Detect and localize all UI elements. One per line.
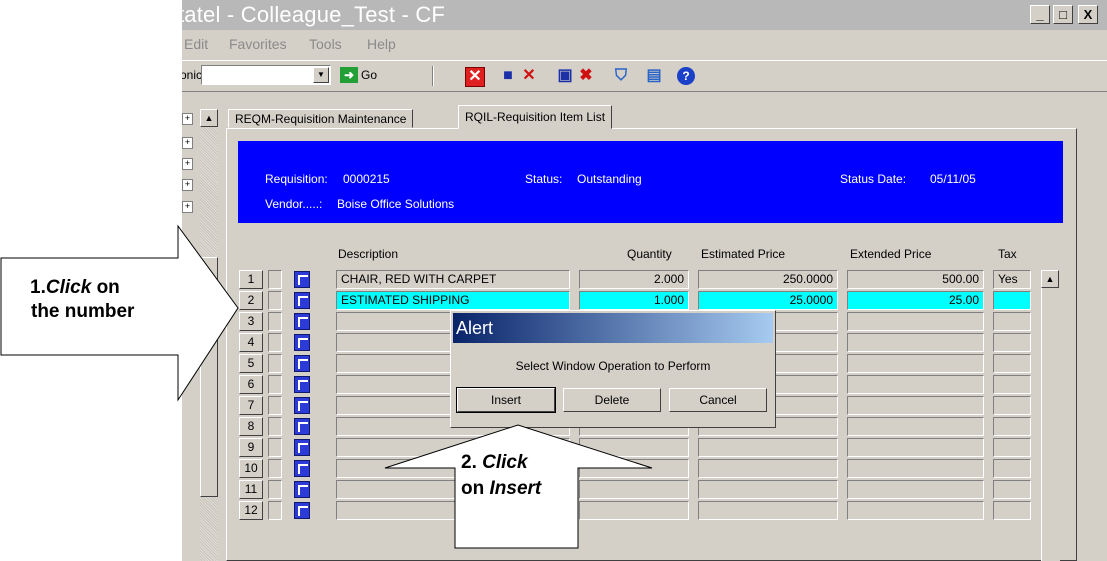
callout-arrow-right [0,224,653,549]
callout-step1-line1: 1.Click on [30,277,120,298]
callout-step1-line2: the number [31,301,135,322]
callout-step2-line1: 2. Click [461,452,528,473]
callout-step2-line2: on Insert [461,478,542,499]
